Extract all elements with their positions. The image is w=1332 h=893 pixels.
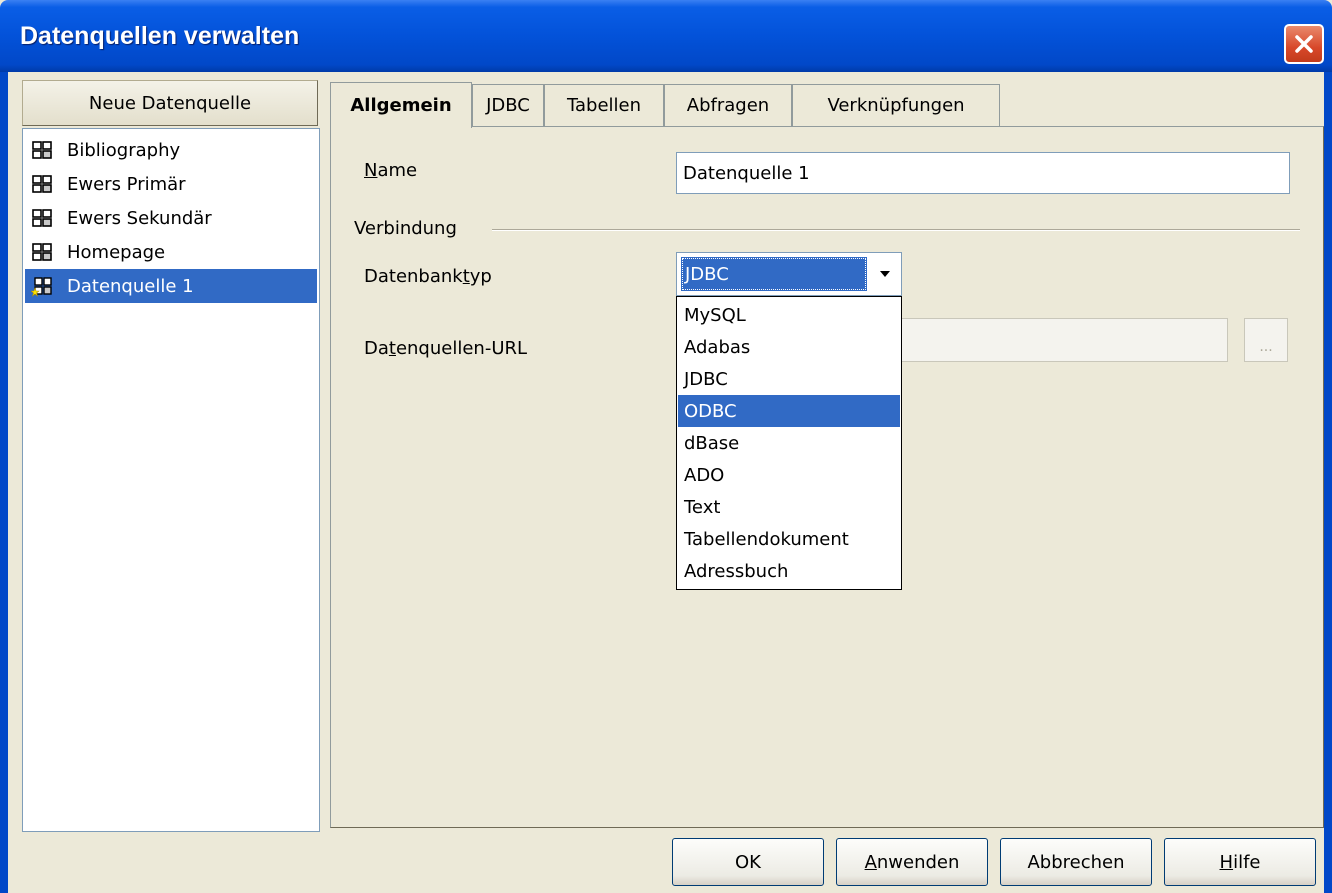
list-item-bibliography[interactable]: Bibliography [25, 133, 317, 167]
title-bar[interactable]: Datenquellen verwalten [0, 0, 1332, 72]
database-icon [32, 243, 52, 261]
list-item-homepage[interactable]: Homepage [25, 235, 317, 269]
browse-button[interactable]: ... [1244, 318, 1288, 362]
window-title: Datenquellen verwalten [20, 22, 300, 50]
connection-group-label: Verbindung [354, 218, 457, 239]
tab-tabellen[interactable]: Tabellen [544, 84, 664, 126]
tab-verknuepfungen[interactable]: Verknüpfungen [792, 84, 1000, 126]
dropdown-arrow-button[interactable] [871, 257, 899, 291]
list-item-datenquelle-1[interactable]: Datenquelle 1 [25, 269, 317, 303]
group-divider [492, 229, 1300, 231]
list-item-label: Datenquelle 1 [67, 275, 194, 297]
help-button[interactable]: Hilfe [1164, 838, 1316, 886]
database-icon [32, 175, 52, 193]
dropdown-option-jdbc[interactable]: JDBC [678, 363, 900, 395]
list-item-label: Bibliography [67, 139, 181, 161]
dropdown-option-odbc[interactable]: ODBC [678, 395, 900, 427]
dropdown-option-tabellendokument[interactable]: Tabellendokument [678, 523, 900, 555]
list-item-ewers-primaer[interactable]: Ewers Primär [25, 167, 317, 201]
list-item-label: Ewers Sekundär [67, 207, 212, 229]
dbtype-dropdown-list[interactable]: MySQL Adabas JDBC ODBC dBase ADO Text Ta… [676, 296, 902, 590]
list-item-label: Ewers Primär [67, 173, 186, 195]
dropdown-option-mysql[interactable]: MySQL [678, 299, 900, 331]
datasource-list[interactable]: Bibliography Ewers Primär Ewers Sekundär… [22, 128, 320, 832]
dropdown-option-adressbuch[interactable]: Adressbuch [678, 555, 900, 587]
tab-abfragen[interactable]: Abfragen [664, 84, 792, 126]
window-frame-right [1324, 72, 1332, 893]
database-icon [32, 209, 52, 227]
ok-button[interactable]: OK [672, 838, 824, 886]
tab-jdbc[interactable]: JDBC [472, 84, 544, 126]
cancel-button[interactable]: Abbrechen [1000, 838, 1152, 886]
tab-allgemein[interactable]: Allgemein [330, 82, 472, 128]
window-frame-left [0, 72, 8, 893]
name-label: Name [364, 160, 418, 181]
chevron-down-icon [880, 271, 890, 277]
dropdown-option-ado[interactable]: ADO [678, 459, 900, 491]
close-icon [1295, 35, 1313, 53]
name-input[interactable]: Datenquelle 1 [676, 152, 1290, 194]
new-database-icon [31, 277, 52, 297]
new-datasource-button[interactable]: Neue Datenquelle [22, 80, 318, 126]
apply-button[interactable]: Anwenden [836, 838, 988, 886]
dbtype-combobox[interactable]: JDBC [676, 252, 902, 296]
list-item-ewers-sekundaer[interactable]: Ewers Sekundär [25, 201, 317, 235]
dropdown-option-text[interactable]: Text [678, 491, 900, 523]
database-icon [32, 141, 52, 159]
dropdown-option-adabas[interactable]: Adabas [678, 331, 900, 363]
url-label: Datenquellen-URL [364, 338, 528, 359]
list-item-label: Homepage [67, 241, 166, 263]
dropdown-option-dbase[interactable]: dBase [678, 427, 900, 459]
dbtype-selected-value[interactable]: JDBC [681, 257, 867, 291]
dbtype-label: Datenbanktyp [364, 266, 492, 287]
close-button[interactable] [1284, 24, 1324, 64]
